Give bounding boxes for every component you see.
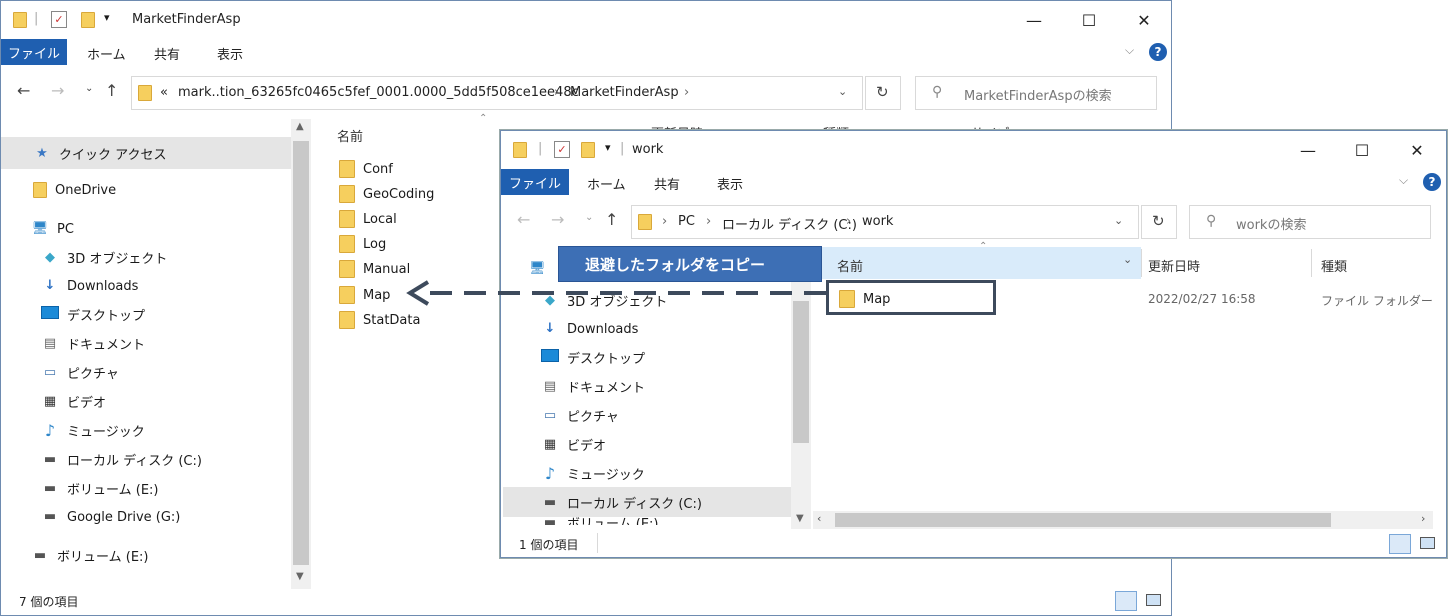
dashed-arrow [406,280,826,306]
arrow-head-icon [406,280,430,306]
highlight-box [826,280,996,315]
callout-label: 退避したフォルダをコピー [558,246,822,282]
